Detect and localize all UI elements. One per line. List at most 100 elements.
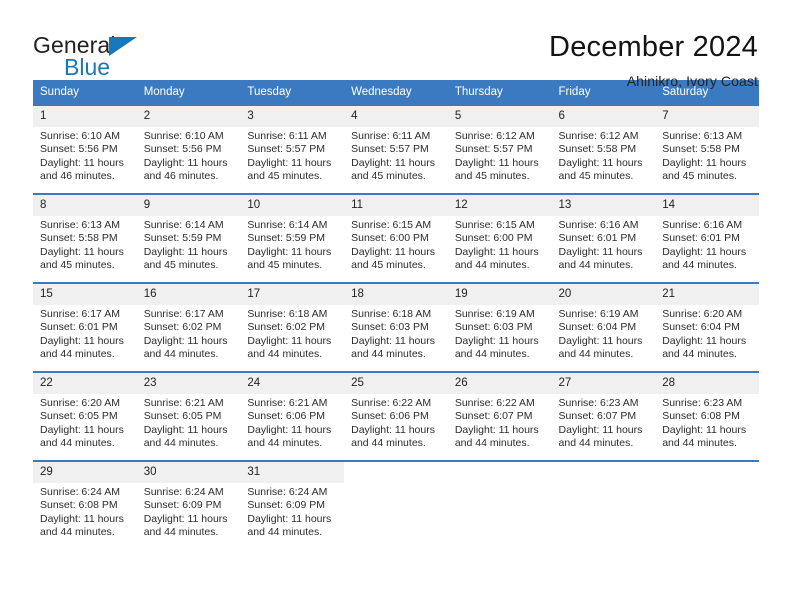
calendar-day-cell[interactable]: 1 Sunrise: 6:10 AM Sunset: 5:56 PM Daylight…	[33, 104, 137, 194]
daylight-text-line1: Daylight: 11 hours	[143, 512, 228, 525]
calendar-day-cell[interactable]: 31 Sunrise: 6:24 AM Sunset: 6:09 PM Dayligh…	[240, 460, 345, 550]
calendar-day-cell-empty	[344, 460, 448, 550]
sunset-text: Sunset: 6:05 PM	[40, 410, 118, 423]
day-number: 10	[240, 195, 345, 216]
calendar-day-cell[interactable]: 6 Sunrise: 6:12 AM Sunset: 5:58 PM Daylight…	[551, 104, 656, 194]
day-number: 22	[33, 373, 137, 394]
day-number: 15	[33, 284, 137, 305]
sunset-text: Sunset: 5:58 PM	[662, 143, 740, 156]
sunrise-text: Sunrise: 6:13 AM	[662, 130, 743, 142]
sunset-text: Sunset: 6:06 PM	[351, 410, 429, 423]
day-number: 23	[136, 373, 241, 394]
calendar-day-cell[interactable]: 24 Sunrise: 6:21 AM Sunset: 6:06 PM Dayligh…	[240, 371, 345, 461]
daylight-text-line1: Daylight: 11 hours	[454, 334, 539, 347]
sunrise-text: Sunrise: 6:10 AM	[143, 130, 224, 142]
calendar-day-cell[interactable]: 9 Sunrise: 6:14 AM Sunset: 5:59 PM Daylight…	[136, 193, 241, 283]
general-blue-logo[interactable]: General Blue	[33, 30, 213, 84]
sunset-text: Sunset: 6:03 PM	[351, 321, 429, 334]
daylight-text-line1: Daylight: 11 hours	[662, 334, 747, 347]
calendar-day-cell[interactable]: 30 Sunrise: 6:24 AM Sunset: 6:09 PM Dayligh…	[136, 460, 241, 550]
calendar-day-cell[interactable]: 18 Sunrise: 6:18 AM Sunset: 6:03 PM Dayligh…	[344, 282, 448, 372]
daylight-text-line2: and 44 minutes.	[662, 436, 737, 449]
daylight-text-line2: and 44 minutes.	[454, 436, 530, 449]
daylight-text-line2: and 46 minutes.	[143, 169, 219, 182]
day-details: Sunrise: 6:22 AM Sunset: 6:06 PM Daylight:…	[344, 394, 448, 450]
daylight-text-line2: and 45 minutes.	[247, 169, 323, 182]
calendar-day-cell[interactable]: 4 Sunrise: 6:11 AM Sunset: 5:57 PM Daylight…	[344, 104, 448, 194]
sunrise-text: Sunrise: 6:21 AM	[247, 397, 328, 409]
day-details: Sunrise: 6:23 AM Sunset: 6:08 PM Daylight:…	[655, 394, 759, 450]
daylight-text-line1: Daylight: 11 hours	[40, 156, 124, 169]
calendar-day-cell[interactable]: 14 Sunrise: 6:16 AM Sunset: 6:01 PM Dayligh…	[655, 193, 759, 283]
day-details: Sunrise: 6:17 AM Sunset: 6:02 PM Daylight:…	[137, 305, 241, 361]
sunset-text: Sunset: 5:58 PM	[558, 143, 637, 156]
sunset-text: Sunset: 6:09 PM	[143, 499, 222, 512]
calendar-day-cell[interactable]: 23 Sunrise: 6:21 AM Sunset: 6:05 PM Dayligh…	[136, 371, 241, 461]
daylight-text-line1: Daylight: 11 hours	[454, 423, 539, 436]
day-details: Sunrise: 6:13 AM Sunset: 5:58 PM Daylight:…	[655, 127, 759, 183]
calendar-day-cell[interactable]: 11 Sunrise: 6:15 AM Sunset: 6:00 PM Dayligh…	[344, 193, 448, 283]
sunrise-text: Sunrise: 6:15 AM	[351, 219, 432, 231]
daylight-text-line2: and 45 minutes.	[143, 258, 219, 271]
daylight-text-line2: and 44 minutes.	[662, 258, 737, 271]
daylight-text-line1: Daylight: 11 hours	[247, 334, 332, 347]
calendar-body: 1 Sunrise: 6:10 AM Sunset: 5:56 PM Daylight…	[33, 104, 759, 550]
day-number: 16	[136, 284, 241, 305]
weekday-header-thursday: Thursday	[447, 80, 552, 105]
day-number: 14	[655, 195, 759, 216]
calendar-day-cell[interactable]: 8 Sunrise: 6:13 AM Sunset: 5:58 PM Daylight…	[33, 193, 137, 283]
day-details: Sunrise: 6:24 AM Sunset: 6:08 PM Daylight:…	[33, 483, 137, 539]
calendar-day-cell[interactable]: 13 Sunrise: 6:16 AM Sunset: 6:01 PM Dayligh…	[551, 193, 656, 283]
daylight-text-line2: and 45 minutes.	[454, 169, 530, 182]
calendar-day-cell[interactable]: 12 Sunrise: 6:15 AM Sunset: 6:00 PM Dayligh…	[447, 193, 552, 283]
daylight-text-line1: Daylight: 11 hours	[40, 334, 124, 347]
calendar-day-cell[interactable]: 28 Sunrise: 6:23 AM Sunset: 6:08 PM Dayligh…	[655, 371, 759, 461]
daylight-text-line1: Daylight: 11 hours	[558, 334, 643, 347]
daylight-text-line2: and 44 minutes.	[351, 436, 426, 449]
calendar-day-cell[interactable]: 3 Sunrise: 6:11 AM Sunset: 5:57 PM Daylight…	[240, 104, 345, 194]
sunset-text: Sunset: 6:01 PM	[40, 321, 118, 334]
calendar-day-cell[interactable]: 7 Sunrise: 6:13 AM Sunset: 5:58 PM Daylight…	[655, 104, 759, 194]
sunset-text: Sunset: 5:58 PM	[40, 232, 118, 245]
calendar-day-cell[interactable]: 26 Sunrise: 6:22 AM Sunset: 6:07 PM Dayligh…	[447, 371, 552, 461]
daylight-text-line1: Daylight: 11 hours	[662, 423, 747, 436]
day-number: 6	[551, 106, 656, 127]
day-number: 26	[447, 373, 552, 394]
daylight-text-line1: Daylight: 11 hours	[454, 156, 539, 169]
day-details: Sunrise: 6:13 AM Sunset: 5:58 PM Daylight:…	[33, 216, 137, 272]
sunset-text: Sunset: 6:03 PM	[454, 321, 533, 334]
sunrise-text: Sunrise: 6:18 AM	[247, 308, 328, 320]
day-number: 13	[551, 195, 656, 216]
calendar-day-cell[interactable]: 2 Sunrise: 6:10 AM Sunset: 5:56 PM Daylight…	[136, 104, 241, 194]
calendar-day-cell[interactable]: 22 Sunrise: 6:20 AM Sunset: 6:05 PM Dayligh…	[33, 371, 137, 461]
daylight-text-line1: Daylight: 11 hours	[558, 245, 643, 258]
calendar-day-cell[interactable]: 17 Sunrise: 6:18 AM Sunset: 6:02 PM Dayligh…	[240, 282, 345, 372]
sunset-text: Sunset: 6:01 PM	[662, 232, 740, 245]
calendar-day-cell[interactable]: 21 Sunrise: 6:20 AM Sunset: 6:04 PM Dayligh…	[655, 282, 759, 372]
calendar-week-row: 1 Sunrise: 6:10 AM Sunset: 5:56 PM Daylight…	[33, 104, 759, 194]
day-number: 5	[447, 106, 552, 127]
day-details: Sunrise: 6:24 AM Sunset: 6:09 PM Daylight:…	[240, 483, 344, 539]
calendar-day-cell[interactable]: 16 Sunrise: 6:17 AM Sunset: 6:02 PM Dayligh…	[136, 282, 241, 372]
calendar-week-row: 15 Sunrise: 6:17 AM Sunset: 6:01 PM Dayligh…	[33, 282, 759, 372]
day-number: 28	[655, 373, 759, 394]
calendar-day-cell[interactable]: 19 Sunrise: 6:19 AM Sunset: 6:03 PM Dayligh…	[447, 282, 552, 372]
day-details: Sunrise: 6:11 AM Sunset: 5:57 PM Daylight:…	[240, 127, 344, 183]
calendar-day-cell[interactable]: 29 Sunrise: 6:24 AM Sunset: 6:08 PM Dayligh…	[33, 460, 137, 550]
calendar-day-cell[interactable]: 20 Sunrise: 6:19 AM Sunset: 6:04 PM Dayligh…	[551, 282, 656, 372]
sunrise-text: Sunrise: 6:22 AM	[351, 397, 432, 409]
sunset-text: Sunset: 5:57 PM	[247, 143, 326, 156]
sunset-text: Sunset: 5:57 PM	[351, 143, 429, 156]
sunset-text: Sunset: 6:05 PM	[143, 410, 222, 423]
daylight-text-line2: and 44 minutes.	[40, 436, 115, 449]
sunset-text: Sunset: 5:59 PM	[143, 232, 222, 245]
calendar-day-cell[interactable]: 27 Sunrise: 6:23 AM Sunset: 6:07 PM Dayligh…	[551, 371, 656, 461]
daylight-text-line2: and 44 minutes.	[454, 347, 530, 360]
sunset-text: Sunset: 6:00 PM	[454, 232, 533, 245]
calendar-day-cell[interactable]: 5 Sunrise: 6:12 AM Sunset: 5:57 PM Daylight…	[447, 104, 552, 194]
day-details: Sunrise: 6:24 AM Sunset: 6:09 PM Daylight:…	[137, 483, 241, 539]
calendar-day-cell[interactable]: 15 Sunrise: 6:17 AM Sunset: 6:01 PM Dayligh…	[33, 282, 137, 372]
calendar-day-cell[interactable]: 10 Sunrise: 6:14 AM Sunset: 5:59 PM Dayligh…	[240, 193, 345, 283]
calendar-day-cell[interactable]: 25 Sunrise: 6:22 AM Sunset: 6:06 PM Dayligh…	[344, 371, 448, 461]
day-number	[344, 462, 448, 483]
